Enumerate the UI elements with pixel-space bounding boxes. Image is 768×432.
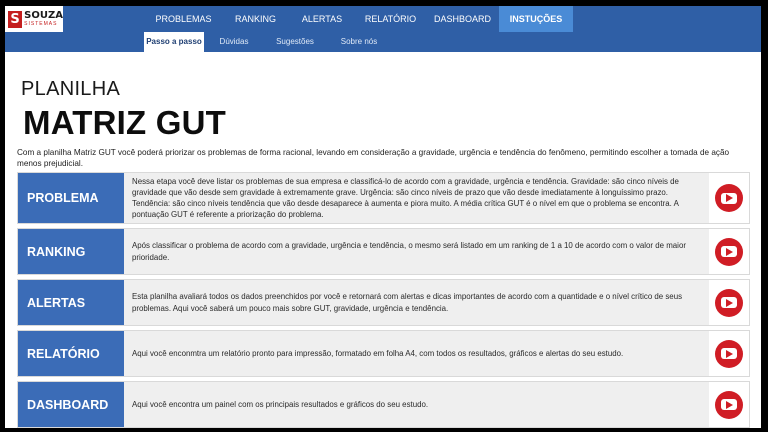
- youtube-play-icon[interactable]: [715, 390, 743, 419]
- nav-tab-dashboard[interactable]: DASHBOARD: [426, 6, 499, 32]
- nav-tab-problemas[interactable]: PROBLEMAS: [145, 6, 222, 32]
- page-intro: Com a planilha Matriz GUT você poderá pr…: [17, 148, 730, 168]
- section-label[interactable]: PROBLEMA: [18, 173, 124, 223]
- section-label[interactable]: RANKING: [18, 229, 124, 274]
- brand-logo[interactable]: S SOUZA SISTEMAS: [5, 6, 63, 32]
- subtab-duvidas[interactable]: Dúvidas: [204, 32, 264, 52]
- section-label[interactable]: DASHBOARD: [18, 382, 124, 427]
- section-description: Após classificar o problema de acordo co…: [132, 241, 686, 262]
- section-ranking: RANKING Após classificar o problema de a…: [17, 228, 750, 275]
- subtab-sobre-nos[interactable]: Sobre nós: [326, 32, 392, 52]
- youtube-play-icon[interactable]: [715, 237, 743, 266]
- nav-tab-alertas[interactable]: ALERTAS: [289, 6, 355, 32]
- sub-nav: Passo a passo Dúvidas Sugestões Sobre nó…: [144, 32, 392, 52]
- section-description: Aqui você enconmtra um relatório pronto …: [132, 348, 624, 358]
- page-kicker: PLANILHA: [21, 78, 121, 100]
- section-dashboard: DASHBOARD Aqui você encontra um painel c…: [17, 381, 750, 428]
- youtube-play-icon[interactable]: [715, 288, 743, 317]
- top-nav-bar: S SOUZA SISTEMAS PROBLEMAS RANKING ALERT…: [5, 6, 761, 32]
- section-description: Nessa etapa você deve listar os problema…: [132, 176, 679, 220]
- youtube-play-icon[interactable]: [715, 184, 743, 212]
- main-nav: PROBLEMAS RANKING ALERTAS RELATÓRIO DASH…: [145, 6, 573, 32]
- section-list: PROBLEMA Nessa etapa você deve listar os…: [17, 172, 750, 428]
- nav-tab-ranking[interactable]: RANKING: [222, 6, 289, 32]
- app-window: S SOUZA SISTEMAS PROBLEMAS RANKING ALERT…: [5, 6, 761, 428]
- youtube-play-icon[interactable]: [715, 339, 743, 368]
- subtab-passo-a-passo[interactable]: Passo a passo: [144, 32, 204, 52]
- subtab-sugestoes[interactable]: Sugestões: [264, 32, 326, 52]
- brand-subtitle: SISTEMAS: [24, 21, 58, 27]
- nav-tab-relatorio[interactable]: RELATÓRIO: [355, 6, 426, 32]
- section-problema: PROBLEMA Nessa etapa você deve listar os…: [17, 172, 750, 224]
- section-label[interactable]: RELATÓRIO: [18, 331, 124, 376]
- page-title: MATRIZ GUT: [23, 104, 227, 141]
- brand-name: SOUZA: [24, 10, 63, 21]
- section-alertas: ALERTAS Esta planilha avaliará todos os …: [17, 279, 750, 326]
- brand-logo-mark: S: [8, 10, 23, 28]
- nav-tab-instrucoes[interactable]: INSTUÇÕES: [499, 6, 573, 32]
- section-label[interactable]: ALERTAS: [18, 280, 124, 325]
- sub-nav-bar: Passo a passo Dúvidas Sugestões Sobre nó…: [5, 32, 761, 52]
- section-description: Esta planilha avaliará todos os dados pr…: [132, 292, 683, 313]
- section-relatorio: RELATÓRIO Aqui você enconmtra um relatór…: [17, 330, 750, 377]
- section-description: Aqui você encontra um painel com os prin…: [132, 399, 429, 409]
